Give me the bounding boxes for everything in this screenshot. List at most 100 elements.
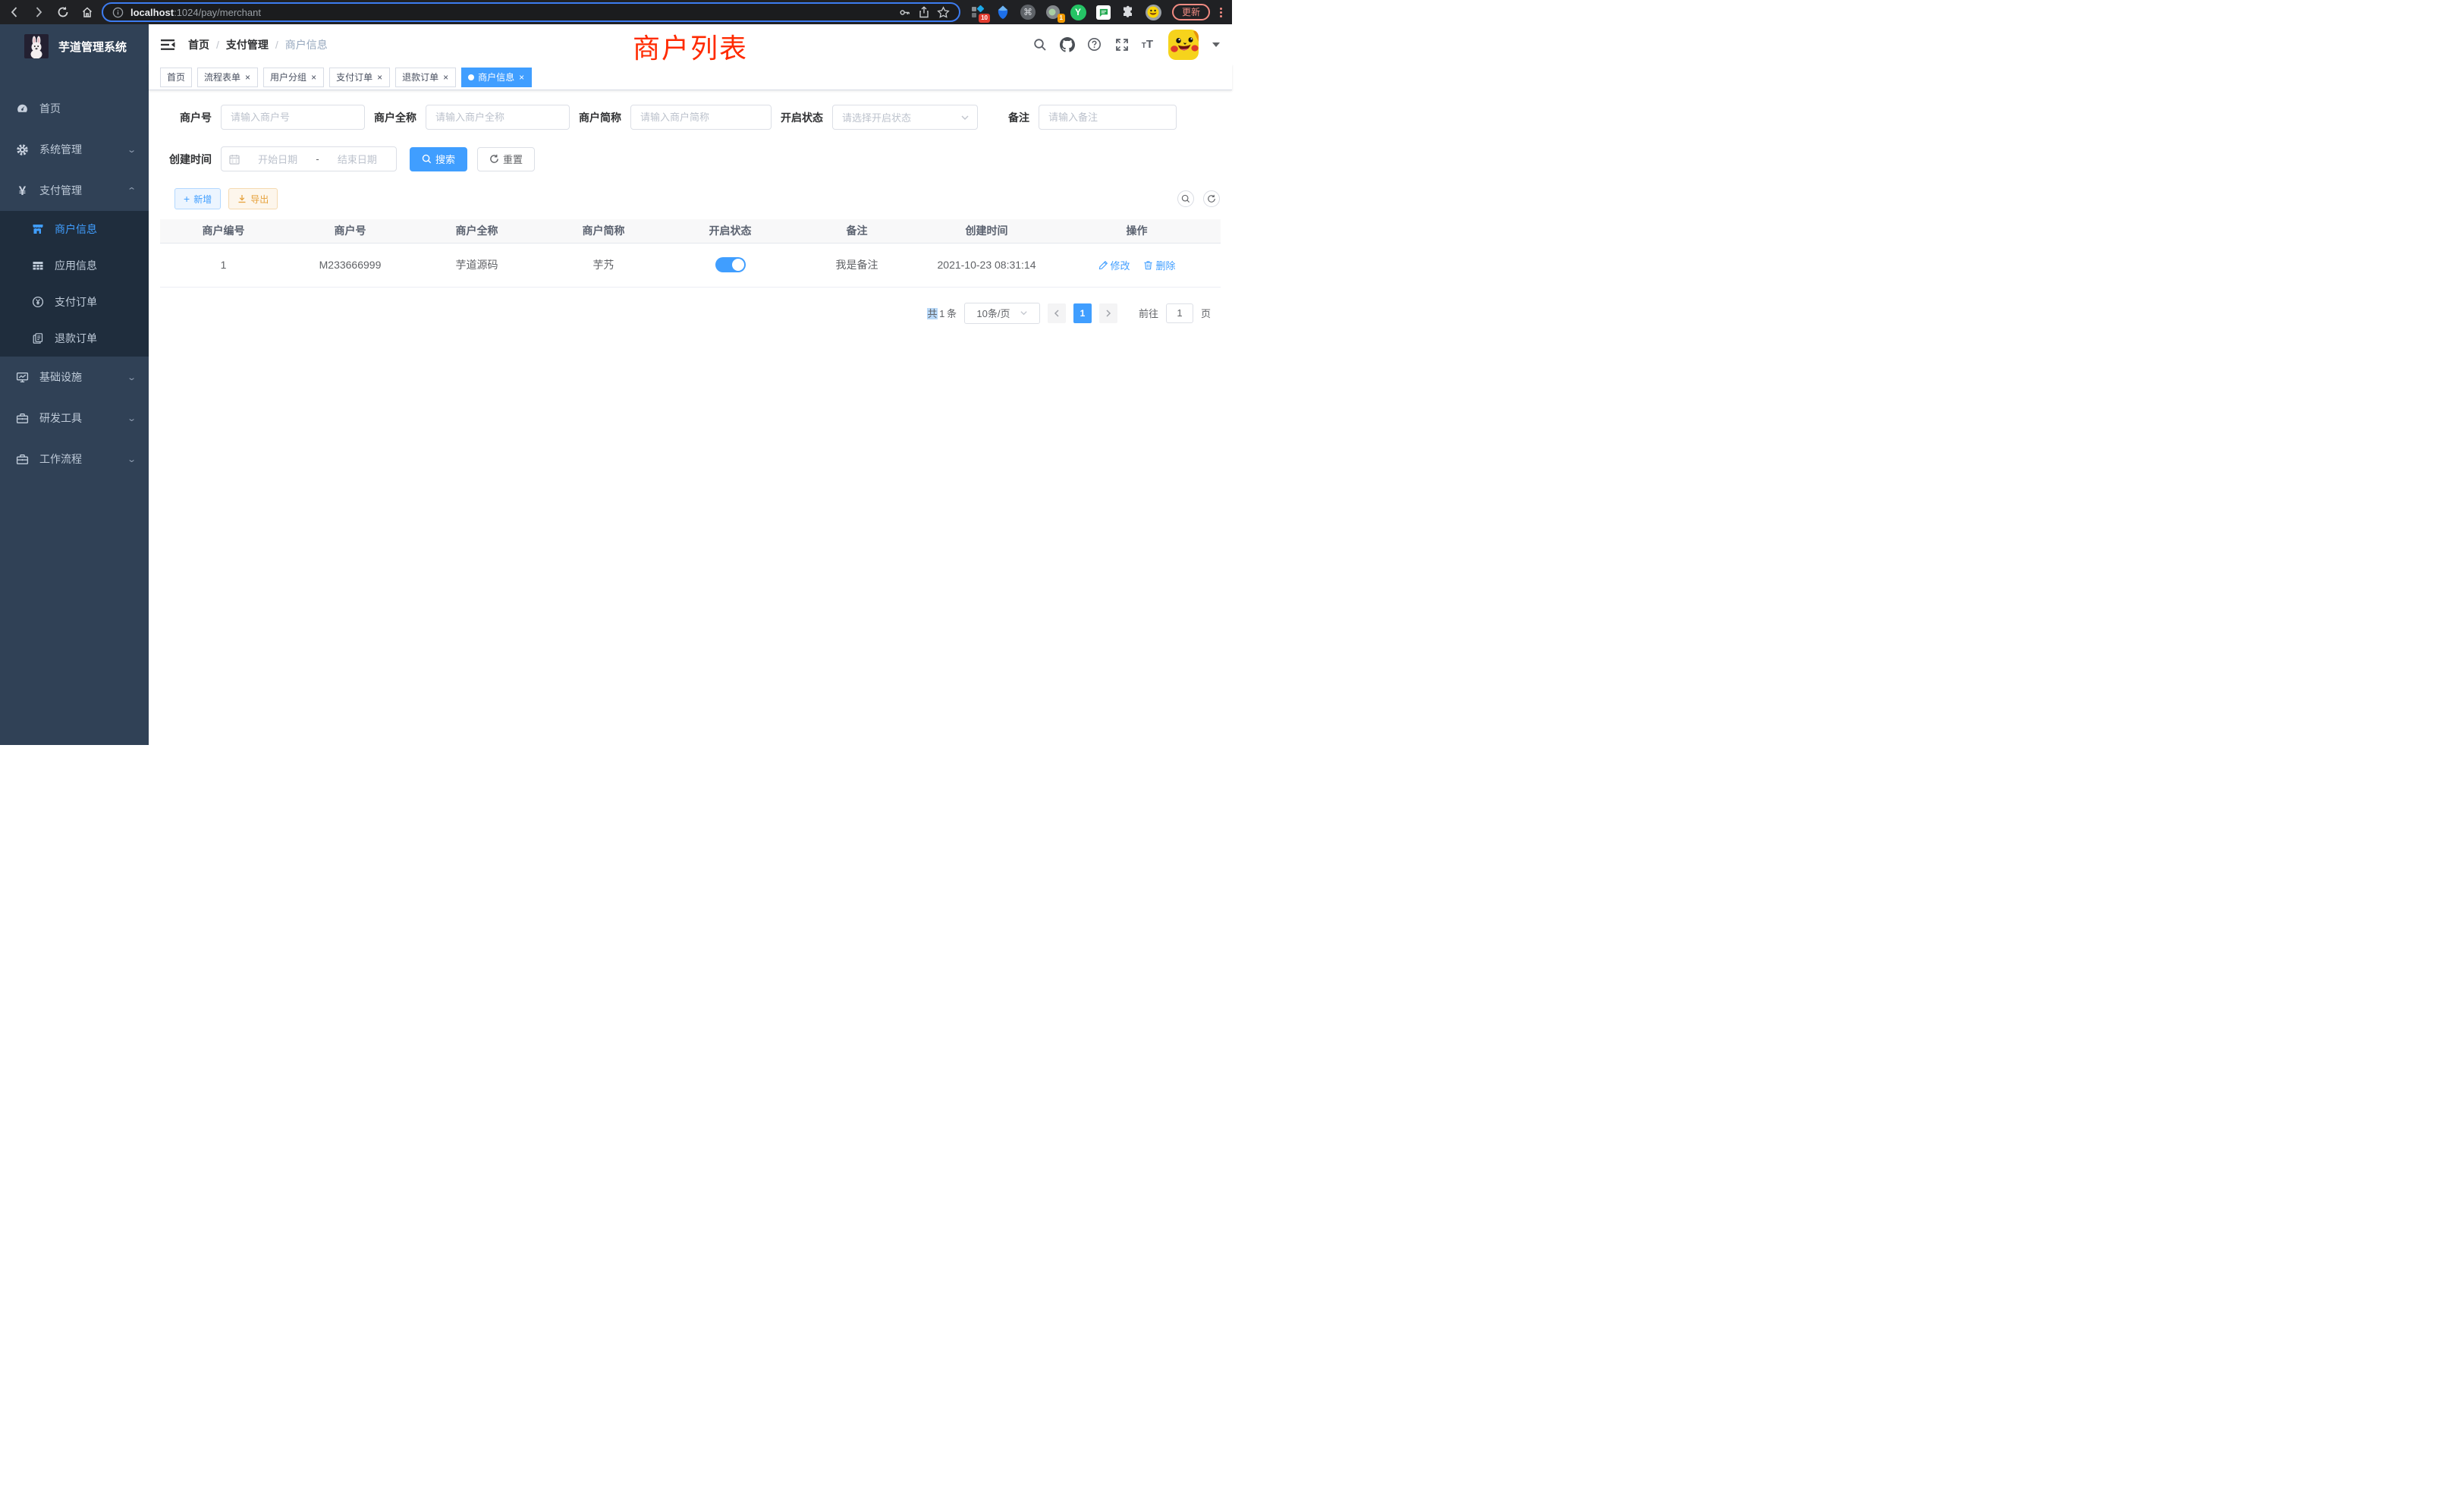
extension-command-icon[interactable]: ⌘ [1020, 4, 1036, 20]
sidebar-fold-icon[interactable] [161, 37, 176, 52]
tag-home[interactable]: 首页 [160, 68, 192, 87]
close-icon[interactable]: × [310, 73, 317, 82]
extension-recorder-icon[interactable]: 1 [1045, 4, 1061, 20]
breadcrumb: 首页 / 支付管理 / 商户信息 [188, 37, 328, 52]
browser-update-button[interactable]: 更新 [1172, 4, 1210, 20]
breadcrumb-home[interactable]: 首页 [188, 37, 209, 52]
table-tools [1177, 190, 1220, 207]
goto-page-input[interactable] [1166, 303, 1193, 323]
profile-avatar-icon[interactable] [1145, 4, 1161, 20]
date-start-placeholder: 开始日期 [247, 152, 309, 166]
header-search-icon[interactable] [1032, 37, 1048, 52]
close-icon[interactable]: × [442, 73, 449, 82]
forward-icon[interactable] [30, 4, 47, 20]
sidebar-item-home[interactable]: 首页 [0, 88, 149, 129]
navbar-actions: TT [1032, 30, 1220, 60]
sidebar-logo[interactable]: 芋道管理系统 [0, 24, 149, 68]
main-area: 商户列表 首页 / 支付管理 / 商户信息 [149, 24, 1232, 745]
extensions-puzzle-icon[interactable] [1120, 4, 1136, 20]
close-icon[interactable]: × [244, 73, 251, 82]
tag-user-group[interactable]: 用户分组× [263, 68, 324, 87]
extension-badge: 1 [1058, 14, 1065, 23]
reload-icon[interactable] [55, 4, 71, 20]
add-button[interactable]: + 新增 [174, 188, 221, 209]
tag-refund-order[interactable]: 退款订单× [395, 68, 456, 87]
sidebar-item-pay[interactable]: ¥ 支付管理 ⌃ [0, 170, 149, 211]
sidebar-item-label: 研发工具 [39, 410, 82, 426]
font-size-icon[interactable]: TT [1142, 39, 1153, 50]
sidebar-item-workflow[interactable]: 工作流程 ⌄ [0, 439, 149, 479]
tag-pay-order[interactable]: 支付订单× [329, 68, 390, 87]
breadcrumb-pay[interactable]: 支付管理 [226, 37, 269, 52]
breadcrumb-separator: / [275, 39, 278, 51]
tag-merchant-info-active[interactable]: 商户信息× [461, 68, 532, 87]
fullscreen-icon[interactable] [1114, 37, 1130, 52]
help-icon[interactable] [1087, 37, 1102, 52]
gear-icon [15, 143, 30, 156]
active-dot [468, 74, 474, 80]
breadcrumb-current: 商户信息 [285, 37, 328, 52]
page-number-1[interactable]: 1 [1073, 303, 1092, 323]
user-avatar[interactable] [1168, 30, 1199, 60]
back-icon[interactable] [6, 4, 23, 20]
pay-submenu: 商户信息 应用信息 支付订单 [0, 211, 149, 357]
password-key-icon[interactable] [898, 6, 911, 19]
date-range-input[interactable]: 开始日期 - 结束日期 [221, 146, 397, 171]
extension-gem-icon[interactable] [995, 4, 1011, 20]
goto-label: 前往 [1139, 306, 1158, 320]
remark-input[interactable] [1039, 105, 1177, 130]
total-count: 共 1 条 [927, 306, 956, 320]
share-icon[interactable] [918, 6, 930, 18]
github-icon[interactable] [1060, 37, 1075, 52]
reset-button[interactable]: 重置 [477, 147, 535, 171]
extension-y-icon[interactable]: Y [1070, 4, 1086, 20]
merchant-no-input[interactable] [221, 105, 365, 130]
toggle-search-icon[interactable] [1177, 190, 1194, 207]
sidebar-item-merchant-info[interactable]: 商户信息 [0, 211, 149, 247]
sidebar-item-refund-order[interactable]: 退款订单 [0, 320, 149, 357]
next-page-button[interactable] [1099, 303, 1117, 323]
refresh-table-icon[interactable] [1203, 190, 1220, 207]
dashboard-icon [15, 102, 30, 115]
page-size-select[interactable]: 10条/页 [964, 303, 1040, 324]
browser-nav-buttons [6, 4, 96, 20]
delete-link[interactable]: 删除 [1143, 258, 1175, 272]
cell-short-name: 芋艿 [540, 243, 667, 287]
sidebar-item-app-info[interactable]: 应用信息 [0, 247, 149, 284]
date-separator: - [316, 153, 319, 165]
extension-grid-icon[interactable]: 10 [970, 4, 986, 20]
extension-chat-icon[interactable] [1095, 4, 1111, 20]
filter-short-name: 商户简称 [570, 105, 772, 130]
bookmark-star-icon[interactable] [937, 6, 950, 19]
export-button[interactable]: 导出 [228, 188, 278, 209]
sidebar-item-label: 首页 [39, 101, 61, 116]
edit-link[interactable]: 修改 [1098, 258, 1130, 272]
edit-pencil-icon [1098, 260, 1108, 270]
calendar-icon [229, 154, 240, 165]
short-name-input[interactable] [630, 105, 772, 130]
address-bar[interactable]: localhost:1024/pay/merchant [102, 2, 960, 22]
home-icon[interactable] [79, 4, 96, 20]
status-select[interactable]: 请选择开启状态 [832, 105, 978, 130]
tag-process-form[interactable]: 流程表单× [197, 68, 258, 87]
sidebar-item-infrastructure[interactable]: 基础设施 ⌄ [0, 357, 149, 398]
avatar-caret-icon[interactable] [1212, 42, 1220, 47]
status-toggle[interactable] [715, 257, 746, 272]
date-end-placeholder: 结束日期 [326, 152, 388, 166]
browser-menu-icon[interactable] [1216, 5, 1226, 19]
sidebar-item-devtools[interactable]: 研发工具 ⌄ [0, 398, 149, 439]
sidebar-item-system[interactable]: 系统管理 ⌄ [0, 129, 149, 170]
sidebar-menu: 首页 系统管理 ⌄ ¥ 支付管理 ⌃ 商户信息 [0, 88, 149, 479]
site-info-icon[interactable] [112, 7, 124, 18]
close-icon[interactable]: × [376, 73, 383, 82]
merchant-table: 商户编号 商户号 商户全称 商户简称 开启状态 备注 创建时间 操作 1 M23… [160, 219, 1221, 288]
cell-status [667, 243, 794, 287]
url-text[interactable]: localhost:1024/pay/merchant [130, 7, 891, 18]
search-icon [422, 154, 432, 164]
filter-label: 商户简称 [570, 110, 621, 125]
full-name-input[interactable] [426, 105, 570, 130]
prev-page-button[interactable] [1048, 303, 1066, 323]
close-icon[interactable]: × [518, 73, 525, 82]
search-button[interactable]: 搜索 [410, 147, 467, 171]
sidebar-item-pay-order[interactable]: 支付订单 [0, 284, 149, 320]
